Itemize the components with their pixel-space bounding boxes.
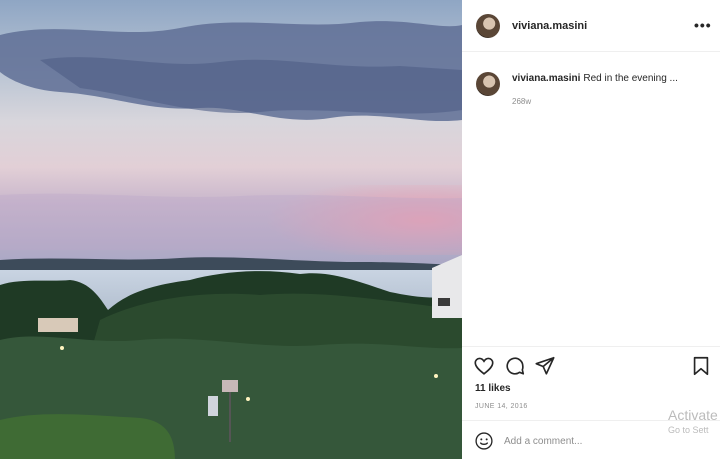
share-icon[interactable] bbox=[534, 355, 556, 377]
caption: viviana.masini Red in the evening ... bbox=[512, 73, 712, 84]
post-username[interactable]: viviana.masini bbox=[512, 20, 587, 32]
post-header: viviana.masini ••• bbox=[462, 0, 720, 52]
avatar[interactable] bbox=[476, 14, 500, 38]
comment-icon[interactable] bbox=[504, 355, 526, 377]
caption-text: Red in the evening ... bbox=[583, 73, 678, 84]
caption-avatar[interactable] bbox=[476, 72, 500, 96]
caption-time-ago[interactable]: 268w bbox=[512, 97, 531, 106]
more-icon[interactable]: ••• bbox=[694, 17, 712, 33]
bookmark-icon[interactable] bbox=[690, 355, 712, 377]
post-photo-image bbox=[0, 0, 462, 459]
comment-input[interactable] bbox=[504, 431, 704, 451]
post-date: JUNE 14, 2016 bbox=[475, 403, 528, 410]
likes-count[interactable]: 11 likes bbox=[475, 383, 511, 394]
actions-divider bbox=[462, 346, 720, 347]
emoji-icon[interactable] bbox=[474, 431, 494, 451]
comment-divider bbox=[462, 420, 720, 421]
post-side-panel: viviana.masini ••• viviana.masini Red in … bbox=[462, 0, 720, 459]
post-photo bbox=[0, 0, 462, 459]
heart-icon[interactable] bbox=[473, 355, 495, 377]
caption-username[interactable]: viviana.masini bbox=[512, 73, 580, 84]
